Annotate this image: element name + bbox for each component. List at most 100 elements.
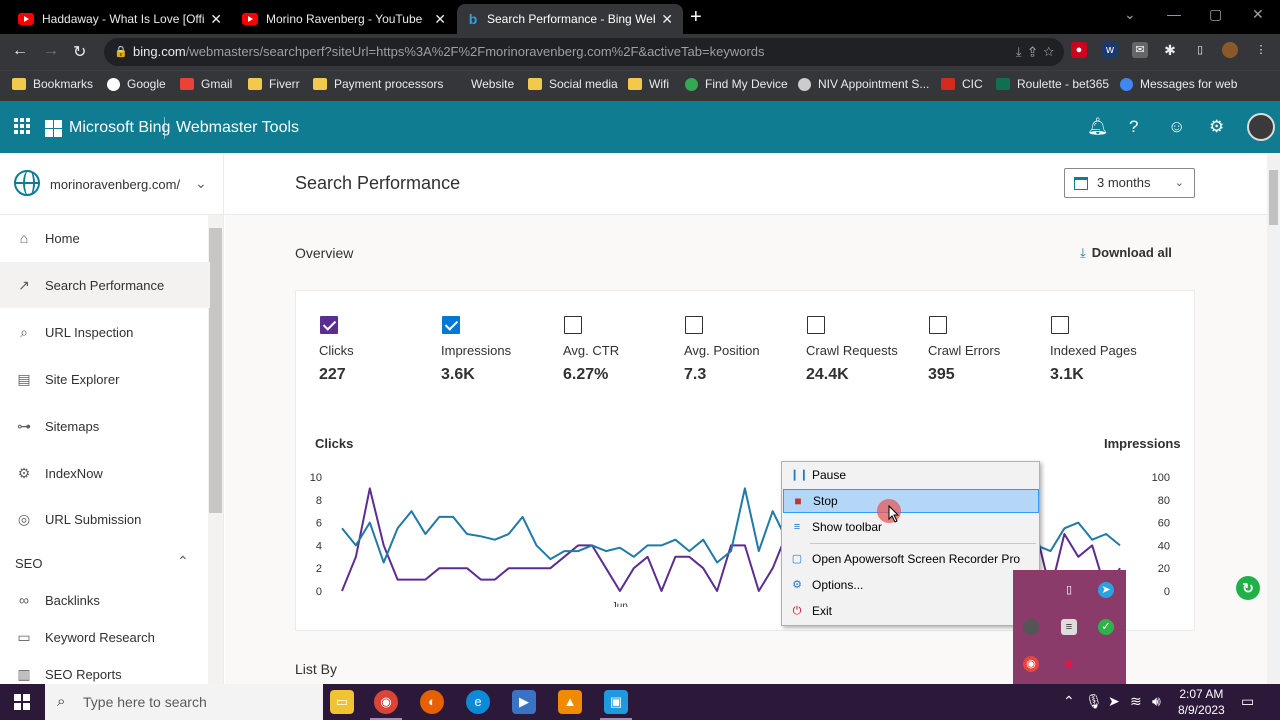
metric-avg-ctr[interactable]: Avg. CTR 6.27% <box>563 316 678 384</box>
product-name[interactable]: Webmaster Tools <box>176 119 299 137</box>
sidebar-item-url-submission[interactable]: ◎ URL Submission <box>0 496 210 542</box>
bookmark-item[interactable]: Website <box>450 77 514 91</box>
taskbar-clock[interactable]: 2:07 AM 8/9/2023 <box>1178 686 1225 718</box>
metric-checkbox[interactable] <box>1051 316 1069 334</box>
profile-icon[interactable] <box>1222 42 1238 58</box>
tab-search-chevron-icon[interactable]: ⌄ <box>1124 6 1136 23</box>
date-range-dropdown[interactable]: 3 months ⌄ <box>1064 168 1195 198</box>
metric-avg-position[interactable]: Avg. Position 7.3 <box>684 316 799 384</box>
bookmark-item[interactable]: Roulette - bet365 <box>996 77 1109 91</box>
metric-clicks[interactable]: Clicks 227 <box>319 316 434 384</box>
bookmark-item[interactable]: Wifi <box>628 77 669 91</box>
extension-icon[interactable]: w <box>1102 42 1118 58</box>
browser-tab[interactable]: Morino Ravenberg - YouTube ✕ <box>232 4 456 34</box>
close-tab-icon[interactable]: ✕ <box>434 11 446 28</box>
browser-tab-active[interactable]: b Search Performance - Bing Webm ✕ <box>457 4 683 34</box>
menu-item-stop[interactable]: ■ Stop <box>783 489 1039 513</box>
metric-checkbox[interactable] <box>685 316 703 334</box>
browser-tab[interactable]: Haddaway - What Is Love [Officia ✕ <box>8 4 232 34</box>
app-launcher-icon[interactable] <box>14 118 30 134</box>
metric-impressions[interactable]: Impressions 3.6K <box>441 316 556 384</box>
bookmark-item[interactable]: Social media <box>528 77 618 91</box>
volume-icon[interactable]: 🔊︎ <box>1152 693 1161 710</box>
vlc-icon[interactable]: ▲ <box>558 690 582 714</box>
help-icon[interactable]: ? <box>1129 117 1138 137</box>
gear-icon[interactable]: ⚙ <box>1209 117 1224 137</box>
bookmark-item[interactable]: Gmail <box>180 77 232 91</box>
menu-item-exit[interactable]: ⏻ Exit <box>783 599 1039 623</box>
menu-item-show-toolbar[interactable]: ≡ Show toolbar <box>783 515 1039 539</box>
check-icon[interactable]: ✓ <box>1098 619 1114 635</box>
seo-section-header[interactable]: SEO <box>15 556 42 571</box>
sidebar-item-sitemaps[interactable]: ⊶ Sitemaps <box>0 403 210 449</box>
site-selector[interactable]: morinoravenberg.com/ ⌄ <box>0 153 223 215</box>
url-bar[interactable]: 🔒 bing.com/webmasters/searchperf?siteUrl… <box>104 38 1064 66</box>
metric-checkbox[interactable] <box>442 316 460 334</box>
chevron-down-icon[interactable]: ⌄ <box>195 175 207 192</box>
omnibox-actions[interactable]: ⤓ ⇪ ☆ <box>1016 38 1054 66</box>
forward-icon[interactable]: → <box>43 42 59 60</box>
telegram-tray-icon[interactable]: ➤ <box>1108 693 1120 710</box>
recorder-app-icon[interactable]: ▣ <box>600 690 632 720</box>
media-icon[interactable]: ▶ <box>512 690 536 714</box>
telegram-icon[interactable]: ➤ <box>1098 582 1114 598</box>
minimize-icon[interactable]: — <box>1167 6 1181 22</box>
chevron-up-icon[interactable]: ⌃ <box>177 553 189 570</box>
edge-icon[interactable]: e <box>466 690 490 714</box>
bookmark-item[interactable]: Messages for web <box>1120 77 1237 91</box>
chrome-icon[interactable]: ◉ <box>370 690 402 720</box>
new-tab-icon[interactable]: + <box>690 6 702 29</box>
sidebar-item-indexnow[interactable]: ⚙ IndexNow <box>0 450 210 496</box>
menu-item-options[interactable]: ⚙ Options... <box>783 573 1039 597</box>
usb-icon[interactable]: ▯ <box>1061 582 1077 598</box>
maximize-icon[interactable]: ▢ <box>1209 6 1222 23</box>
metric-checkbox[interactable] <box>320 316 338 334</box>
back-icon[interactable]: ← <box>12 42 28 60</box>
bookmark-item[interactable]: Fiverr <box>248 77 300 91</box>
notifications-icon[interactable]: ▭ <box>1241 693 1254 710</box>
sidebar-item-seo-reports[interactable]: ▥ SEO Reports <box>0 651 210 684</box>
brand-name[interactable]: Microsoft Bing <box>69 119 170 137</box>
mail-extension-icon[interactable]: ✉ <box>1132 42 1148 58</box>
file-explorer-icon[interactable]: ▭ <box>330 690 354 714</box>
sidebar-item-search-performance[interactable]: ↗ Search Performance <box>0 262 210 308</box>
tray-overflow-chevron-icon[interactable]: ⌃ <box>1063 693 1075 710</box>
metric-indexed-pages[interactable]: Indexed Pages 3.1K <box>1050 316 1165 384</box>
tray-app-icon[interactable] <box>1023 619 1039 635</box>
bookmark-item[interactable]: Bookmarks <box>12 77 93 91</box>
menu-icon[interactable]: ⋮ <box>1253 42 1269 58</box>
sidebar-item-url-inspection[interactable]: ⌕ URL Inspection <box>0 309 210 355</box>
firefox-icon[interactable]: ◐ <box>420 690 444 714</box>
metric-crawl-errors[interactable]: Crawl Errors 395 <box>928 316 1043 384</box>
puzzle-icon[interactable]: ✱ <box>1162 42 1178 58</box>
close-tab-icon[interactable]: ✕ <box>210 11 222 28</box>
sidebar-item-home[interactable]: ⌂ Home <box>0 215 210 261</box>
sidebar-scrollbar[interactable] <box>209 228 222 513</box>
chrome-icon[interactable]: ◉ <box>1023 656 1039 672</box>
metric-checkbox[interactable] <box>564 316 582 334</box>
window-close-icon[interactable]: ✕ <box>1252 6 1264 23</box>
metric-crawl-requests[interactable]: Crawl Requests 24.4K <box>806 316 921 384</box>
bookmark-item[interactable]: Google <box>107 77 166 91</box>
feedback-smiley-icon[interactable]: ☺ <box>1168 117 1185 137</box>
sidebar-item-site-explorer[interactable]: ▤ Site Explorer <box>0 356 210 402</box>
bookmark-item[interactable]: NIV Appointment S... <box>798 77 929 91</box>
extension-icon[interactable]: ● <box>1071 42 1087 58</box>
microphone-icon[interactable]: 🎙︎ <box>1085 693 1103 710</box>
close-tab-icon[interactable]: ✕ <box>661 11 673 28</box>
tray-app-icon[interactable]: ◆ <box>1061 656 1077 672</box>
toolbar-tray-icon[interactable]: ≡ <box>1061 619 1077 635</box>
main-scrollbar[interactable] <box>1269 170 1278 225</box>
metric-checkbox[interactable] <box>929 316 947 334</box>
bookmark-item[interactable]: CIC <box>941 77 983 91</box>
metric-checkbox[interactable] <box>807 316 825 334</box>
recorder-status-icon[interactable]: ↻ <box>1236 576 1260 600</box>
bookmark-item[interactable]: Find My Device <box>685 77 788 91</box>
menu-item-open-recorder[interactable]: ▢ Open Apowersoft Screen Recorder Pro <box>783 547 1039 571</box>
wifi-icon[interactable]: ≋ <box>1130 693 1142 710</box>
avatar[interactable] <box>1247 113 1275 141</box>
download-all-button[interactable]: ⤓ Download all <box>1080 245 1172 261</box>
taskbar-search-input[interactable]: ⌕ Type here to search <box>45 684 323 720</box>
windows-start-icon[interactable] <box>14 694 30 710</box>
sidepanel-icon[interactable]: ▯ <box>1192 42 1208 58</box>
